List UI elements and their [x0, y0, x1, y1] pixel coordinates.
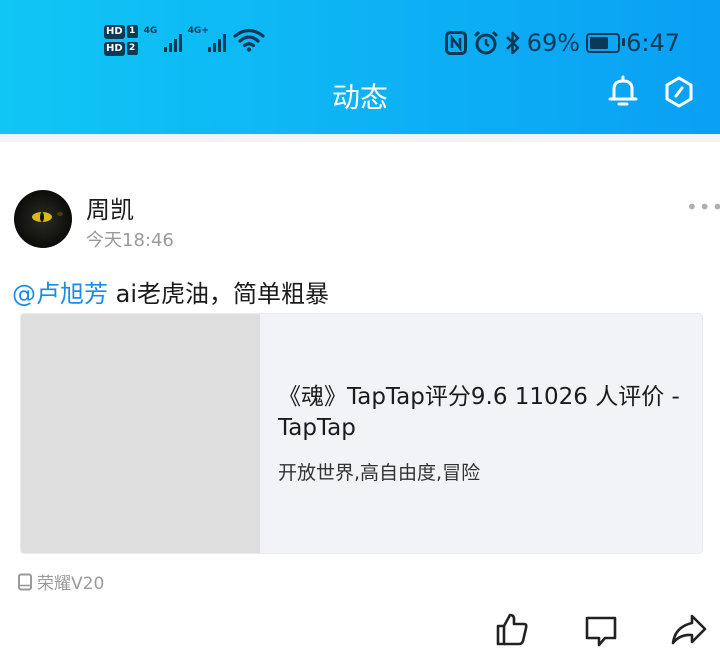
- post-content: @卢旭芳 ai老虎油，简单粗暴: [12, 274, 329, 309]
- post-time: 今天18:46: [86, 230, 174, 251]
- bell-icon[interactable]: [606, 74, 640, 108]
- mention-link[interactable]: @卢旭芳: [12, 280, 108, 308]
- hd-sim-number: 2: [126, 42, 138, 55]
- hd-label: HD: [104, 24, 125, 39]
- hd-label: HD: [104, 41, 125, 56]
- signal-bars-icon: [163, 34, 182, 52]
- battery-percent: 69%: [526, 29, 581, 57]
- network-type-label: 4G+: [187, 26, 209, 36]
- link-card-subtitle: 开放世界,高自由度,冒险: [278, 462, 481, 484]
- cat-eyes-image: [32, 212, 63, 222]
- wifi-icon: [233, 28, 265, 52]
- device-info: 荣耀V20: [17, 569, 104, 594]
- hd-indicator-2: HD 2: [104, 41, 138, 56]
- link-card-thumbnail: [21, 314, 260, 553]
- more-options-icon[interactable]: •••: [686, 195, 720, 219]
- phone-icon: [18, 573, 32, 590]
- author-name[interactable]: 周凯: [86, 190, 134, 225]
- link-card[interactable]: 《魂》TapTap评分9.6 11026 人评价 - TapTap 开放世界,高…: [20, 313, 703, 554]
- signal-sim2: 4G+: [188, 25, 226, 55]
- device-name: 荣耀V20: [37, 574, 105, 594]
- hexagon-settings-icon[interactable]: [664, 76, 694, 108]
- battery-cap: [622, 38, 626, 46]
- hd-indicators: HD 1 HD 2: [104, 24, 138, 56]
- signal-bars-icon: [207, 34, 226, 52]
- share-icon[interactable]: [670, 612, 708, 648]
- hd-indicator-1: HD 1: [104, 24, 138, 39]
- section-divider: [0, 134, 720, 142]
- network-type-label: 4G: [143, 26, 158, 36]
- hd-sim-number: 1: [126, 25, 138, 38]
- signal-sim1: 4G: [144, 25, 182, 55]
- alarm-icon: [473, 30, 498, 55]
- clock: 6:47: [626, 29, 680, 57]
- battery-fill: [590, 37, 608, 49]
- post-body-text: ai老虎油，简单粗暴: [108, 280, 330, 308]
- avatar[interactable]: [14, 190, 72, 248]
- nfc-icon: [444, 31, 467, 55]
- app-header: HD 1 HD 2 4G 4G+ 69% 6:47 动态: [0, 0, 720, 134]
- thumbs-up-icon[interactable]: [494, 611, 530, 647]
- battery-icon: [586, 33, 626, 53]
- link-card-title: 《魂》TapTap评分9.6 11026 人评价 - TapTap: [278, 384, 680, 441]
- status-bar-right: 69% 6:47: [444, 26, 680, 60]
- comment-icon[interactable]: [583, 614, 619, 648]
- status-bar-left: HD 1 HD 2 4G 4G+: [104, 20, 266, 60]
- bluetooth-icon: [505, 31, 519, 55]
